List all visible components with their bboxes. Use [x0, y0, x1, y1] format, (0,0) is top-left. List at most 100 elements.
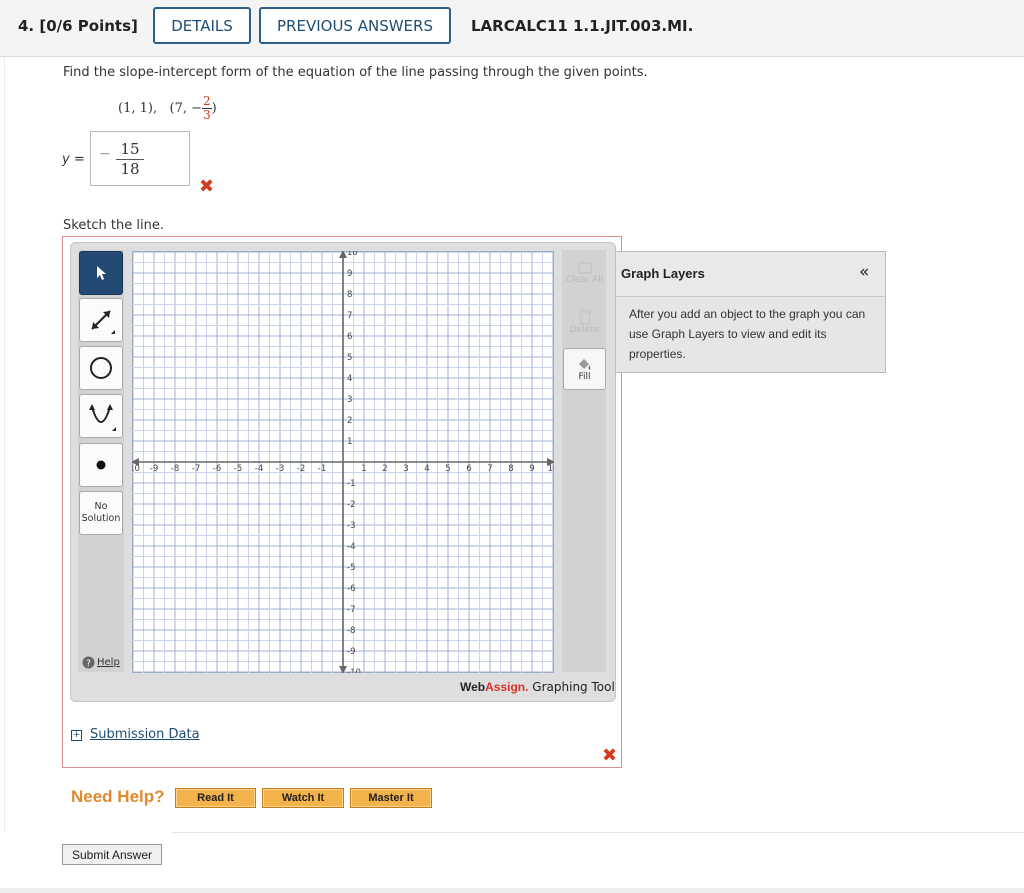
webassign-brand: WebAssign. Graphing Tool — [460, 680, 615, 694]
x-tick-label: 3 — [403, 464, 408, 474]
y-tick-label: 6 — [347, 332, 352, 342]
fill-label: Fill — [578, 372, 591, 382]
y-tick-label: -4 — [347, 542, 355, 552]
y-tick-label: -3 — [347, 521, 355, 531]
point-2-close: ) — [211, 101, 217, 116]
question-code: LARCALC11 1.1.JIT.003.MI. — [471, 17, 694, 35]
watch-it-button[interactable]: Watch It — [262, 788, 344, 808]
sketch-label: Sketch the line. — [63, 218, 164, 233]
answer-numerator: 15 — [116, 140, 144, 160]
graph-canvas[interactable]: -10 -9 -8 -7 -6 -5 -4 -3 -2 -1 1 2 3 4 5 6 7 8 9 10 10 9 8 7 6 5 4… — [132, 251, 554, 673]
y-tick-label: -8 — [347, 626, 355, 636]
x-tick-label: 5 — [445, 464, 450, 474]
x-tick-label: -5 — [234, 464, 242, 474]
no-solution-button[interactable]: No Solution — [79, 491, 123, 535]
clear-all-label: Clear All — [565, 275, 604, 285]
submission-data-toggle[interactable]: + Submission Data — [71, 727, 200, 742]
x-tick-label: -8 — [171, 464, 179, 474]
x-tick-label: -6 — [213, 464, 221, 474]
y-tick-label: 7 — [347, 311, 352, 321]
answer-sign: − — [99, 146, 111, 162]
pointer-tool[interactable] — [79, 251, 123, 295]
help-icon: ? — [82, 656, 95, 669]
y-tick-label: -5 — [347, 563, 355, 573]
expand-icon: + — [71, 730, 82, 741]
x-tick-label: -2 — [297, 464, 305, 474]
answer-field[interactable]: − 15 18 — [90, 131, 190, 186]
y-tick-label: 9 — [347, 269, 352, 279]
parabola-tool[interactable] — [79, 394, 123, 438]
delete-button[interactable]: Delete — [563, 300, 606, 342]
y-tick-label: 2 — [347, 416, 352, 426]
x-tick-label: -1 — [318, 464, 326, 474]
read-it-button[interactable]: Read It — [175, 788, 256, 808]
submission-data-label: Submission Data — [90, 727, 200, 742]
x-tick-label: 6 — [466, 464, 471, 474]
answer-denominator: 18 — [120, 160, 140, 178]
help-link[interactable]: ? Help — [82, 656, 120, 669]
graph-layers-title: Graph Layers — [621, 266, 705, 281]
x-tick-label: 2 — [382, 464, 387, 474]
line-tool[interactable] — [79, 298, 123, 342]
y-tick-label: -6 — [347, 584, 355, 594]
graph-layers-panel: Graph Layers « After you add an object t… — [615, 251, 886, 373]
brand-web: Web — [460, 680, 486, 694]
svg-text:?: ? — [86, 659, 91, 669]
point-tool[interactable] — [79, 443, 123, 487]
previous-answers-button[interactable]: PREVIOUS ANSWERS — [259, 7, 451, 44]
y-tick-label: -9 — [347, 647, 355, 657]
divider — [172, 832, 1024, 833]
given-points: (1, 1), (7, −2 3) — [118, 95, 217, 122]
point-2-fraction: 23 — [202, 94, 212, 122]
point-icon — [96, 460, 106, 470]
y-tick-label: 8 — [347, 290, 352, 300]
circle-tool[interactable] — [79, 346, 123, 390]
line-icon — [91, 310, 115, 334]
x-tick-label: 9 — [529, 464, 534, 474]
y-tick-label: -10 — [347, 668, 361, 673]
question-points: 4. [0/6 Points] — [18, 17, 138, 35]
graph-incorrect-icon: ✖ — [602, 745, 618, 766]
brand-assign: Assign. — [485, 680, 529, 694]
y-tick-label: 5 — [347, 353, 352, 363]
graph-layers-description: After you add an object to the graph you… — [629, 307, 866, 361]
x-tick-label: 4 — [424, 464, 429, 474]
answer-label: y = — [62, 152, 85, 167]
y-tick-label: -1 — [347, 479, 355, 489]
paint-bucket-icon — [578, 359, 590, 370]
need-help-title: Need Help? — [71, 787, 165, 806]
brand-suffix: Graphing Tool — [532, 680, 615, 694]
pointer-icon — [97, 266, 106, 280]
x-tick-label: 7 — [487, 464, 492, 474]
page-bottom-border — [0, 888, 1024, 893]
submit-answer-button[interactable]: Submit Answer — [62, 844, 162, 865]
parabola-icon — [89, 404, 116, 431]
point-1: (1, 1), — [118, 101, 158, 116]
x-tick-label: 10 — [548, 464, 554, 474]
master-it-button[interactable]: Master It — [350, 788, 432, 808]
fill-button[interactable]: Fill — [563, 348, 606, 390]
y-tick-label: -2 — [347, 500, 355, 510]
details-button[interactable]: DETAILS — [153, 7, 251, 44]
help-label: Help — [97, 657, 120, 668]
x-tick-label: -7 — [192, 464, 200, 474]
x-tick-label: -3 — [276, 464, 284, 474]
y-tick-label: 3 — [347, 395, 352, 405]
answer-fraction: 15 18 — [116, 140, 144, 179]
y-tick-label: 1 — [347, 437, 352, 447]
y-tick-label: -7 — [347, 605, 355, 615]
graph-layers-header: Graph Layers « — [616, 252, 885, 297]
circle-icon — [90, 357, 112, 379]
point-2-open: (7, − — [169, 101, 203, 116]
y-tick-label: 4 — [347, 374, 352, 384]
delete-label: Delete — [569, 325, 600, 335]
x-tick-label: -9 — [150, 464, 158, 474]
incorrect-icon: ✖ — [199, 176, 215, 197]
x-tick-label: -10 — [132, 464, 140, 474]
x-tick-label: -4 — [255, 464, 263, 474]
clear-all-button[interactable]: Clear All — [563, 252, 606, 294]
collapse-icon[interactable]: « — [859, 262, 869, 282]
clear-all-icon — [577, 262, 592, 274]
trash-icon — [578, 309, 591, 325]
x-tick-label: 1 — [361, 464, 366, 474]
